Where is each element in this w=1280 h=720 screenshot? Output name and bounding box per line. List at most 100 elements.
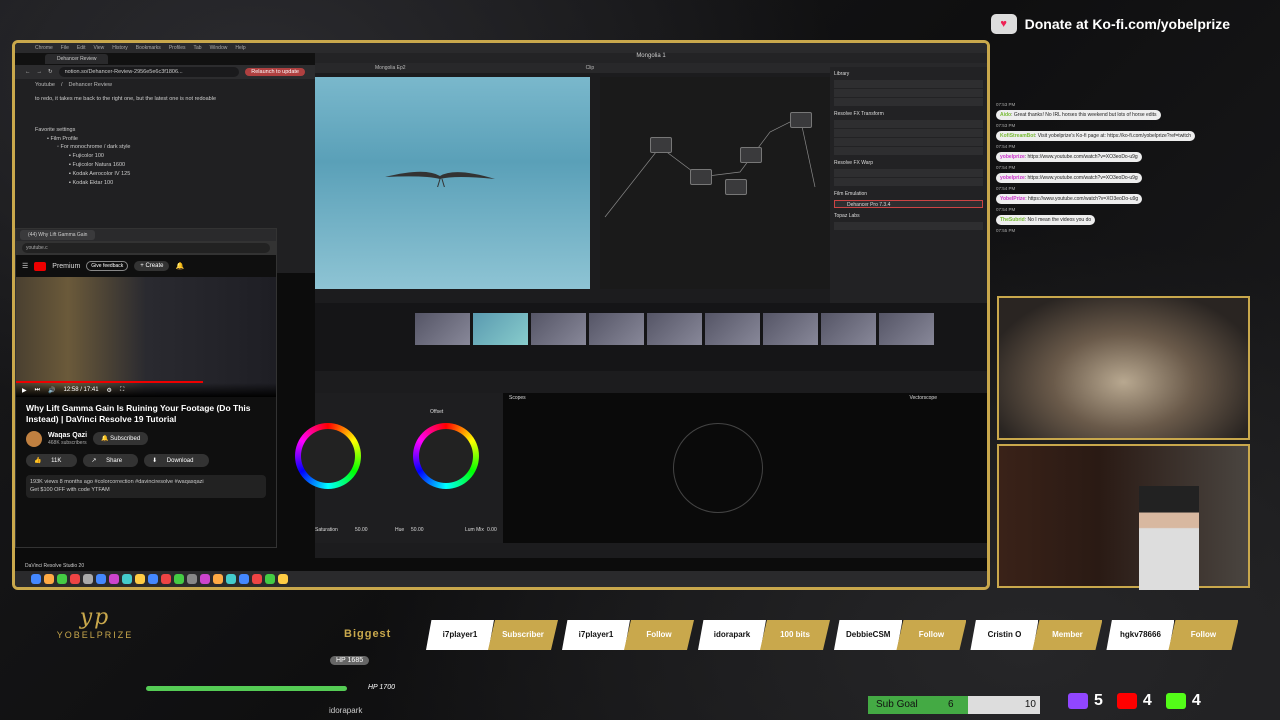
app-icon[interactable] bbox=[252, 574, 262, 584]
app-icon[interactable] bbox=[174, 574, 184, 584]
brand-logo: yp YOBELPRIZE bbox=[30, 605, 160, 660]
clip-thumb[interactable] bbox=[647, 313, 702, 345]
play-icon[interactable]: ▶ bbox=[22, 387, 27, 394]
app-icon[interactable] bbox=[96, 574, 106, 584]
volume-icon[interactable]: 🔊 bbox=[48, 387, 55, 394]
clip-timeline[interactable] bbox=[315, 303, 987, 371]
description[interactable]: 193K views 8 months ago #colorcorrection… bbox=[26, 474, 266, 499]
lummix-value[interactable]: 0.00 bbox=[487, 527, 497, 533]
download-button[interactable]: ⬇ Download bbox=[144, 453, 210, 467]
app-icon[interactable] bbox=[148, 574, 158, 584]
app-icon[interactable] bbox=[265, 574, 275, 584]
premium-label[interactable]: Premium bbox=[52, 263, 80, 270]
streamer bbox=[1139, 486, 1199, 590]
like-button[interactable]: 👍 11K bbox=[26, 453, 78, 467]
gain-wheel[interactable] bbox=[295, 423, 361, 489]
browser-tab[interactable]: Dehancer Review bbox=[45, 54, 109, 64]
app-icon[interactable] bbox=[135, 574, 145, 584]
chat-time: 07:54 PM bbox=[996, 186, 1016, 191]
section-header: Topaz Labs bbox=[834, 213, 860, 219]
create-button[interactable]: + Create bbox=[134, 261, 170, 271]
app-icon[interactable] bbox=[226, 574, 236, 584]
chat-time: 07:54 PM bbox=[996, 144, 1016, 149]
app-icon[interactable] bbox=[57, 574, 67, 584]
app-icon[interactable] bbox=[187, 574, 197, 584]
fullscreen-icon[interactable]: ⛶ bbox=[120, 387, 124, 394]
app-icon[interactable] bbox=[161, 574, 171, 584]
crumb-youtube[interactable]: Youtube bbox=[35, 82, 55, 88]
next-icon[interactable]: ⏭ bbox=[35, 387, 40, 394]
clip-thumb[interactable] bbox=[415, 313, 470, 345]
color-node[interactable] bbox=[650, 137, 672, 153]
clip-thumb[interactable] bbox=[705, 313, 760, 345]
clip-thumb[interactable] bbox=[589, 313, 644, 345]
chat-message: Aido: Great thanks! No IRL horses this w… bbox=[996, 110, 1161, 120]
app-icon[interactable] bbox=[70, 574, 80, 584]
mac-menubar: Chrome File Edit View History Bookmarks Profil… bbox=[15, 43, 987, 53]
menu-icon[interactable]: ☰ bbox=[22, 262, 28, 270]
back-icon[interactable]: ← bbox=[25, 69, 31, 75]
vectorscope bbox=[673, 423, 763, 513]
bell-icon[interactable]: 🔔 bbox=[175, 262, 184, 270]
app-icon[interactable] bbox=[122, 574, 132, 584]
biggest-label: Biggest bbox=[344, 628, 392, 640]
app-icon[interactable] bbox=[44, 574, 54, 584]
youtube-address[interactable]: youtube.c bbox=[22, 243, 270, 253]
forward-icon[interactable]: → bbox=[37, 69, 43, 75]
saturation-value[interactable]: 50.00 bbox=[355, 527, 368, 533]
youtube-tab[interactable]: (44) Why Lift Gamma Gain bbox=[20, 230, 96, 240]
clip-thumb[interactable] bbox=[763, 313, 818, 345]
color-node[interactable] bbox=[690, 169, 712, 185]
subgoal-label: Sub Goal bbox=[868, 696, 948, 714]
app-icon[interactable] bbox=[239, 574, 249, 584]
feedback-button[interactable]: Give feedback bbox=[86, 261, 129, 271]
chat-time: 07:53 PM bbox=[996, 102, 1016, 107]
clip-thumb[interactable] bbox=[531, 313, 586, 345]
app-icon[interactable] bbox=[83, 574, 93, 584]
app-icon[interactable] bbox=[278, 574, 288, 584]
reload-icon[interactable]: ↻ bbox=[48, 69, 53, 75]
chat-message: TheSubrid: No I mean the videos you do bbox=[996, 215, 1096, 225]
app-icon[interactable] bbox=[109, 574, 119, 584]
video-player[interactable]: ▶ ⏭ 🔊 12:58 / 17:41 ⚙ ⛶ bbox=[16, 277, 276, 397]
chat-time: 07:54 PM bbox=[996, 165, 1016, 170]
hue-value[interactable]: 50.00 bbox=[411, 527, 424, 533]
youtube-logo-icon[interactable] bbox=[34, 261, 47, 271]
event-item: i7player1 Follow bbox=[562, 620, 694, 650]
clip-thumb[interactable] bbox=[821, 313, 876, 345]
brand-name: YOBELPRIZE bbox=[56, 630, 134, 640]
node-editor[interactable] bbox=[600, 77, 830, 289]
app-icon[interactable] bbox=[213, 574, 223, 584]
relaunch-button[interactable]: Relaunch to update bbox=[245, 68, 305, 76]
finder-icon[interactable] bbox=[31, 574, 41, 584]
crumb-dehancer[interactable]: Dehancer Review bbox=[69, 82, 112, 88]
event-item: DebbieCSM Follow bbox=[834, 620, 967, 650]
settings-icon[interactable]: ⚙ bbox=[107, 387, 112, 394]
donate-text: Donate at Ko-fi.com/yobelprize bbox=[1024, 16, 1230, 32]
library-tab[interactable]: Library bbox=[830, 67, 987, 79]
timeline-name[interactable]: Mongolia Ep2 bbox=[375, 65, 406, 71]
subscribed-button[interactable]: 🔔 Subscribed bbox=[93, 432, 149, 446]
color-node[interactable] bbox=[740, 147, 762, 163]
project-title: Mongolia 1 bbox=[315, 53, 987, 63]
app-icon[interactable] bbox=[200, 574, 210, 584]
bird-image bbox=[385, 171, 495, 187]
offset-wheel[interactable] bbox=[413, 423, 479, 489]
effect-item-dehancer[interactable]: Dehancer Pro 7.3.4 bbox=[834, 200, 983, 208]
color-node[interactable] bbox=[790, 112, 812, 128]
address-bar[interactable]: notion.so/Dehancer-Review-2956e5e6c3f180… bbox=[58, 67, 240, 77]
vectorscope-label[interactable]: Vectorscope bbox=[909, 395, 937, 401]
list-item: Kodak Ektar 100 bbox=[72, 179, 114, 186]
clip-thumb[interactable] bbox=[473, 313, 528, 345]
channel-name[interactable]: Waqas Qazi bbox=[48, 432, 87, 439]
video-viewer[interactable] bbox=[315, 77, 590, 289]
hue-label: Hue bbox=[395, 527, 405, 533]
app-label: DaVinci Resolve Studio 20 bbox=[25, 563, 85, 569]
clip-thumb[interactable] bbox=[879, 313, 934, 345]
section-header: Resolve FX Warp bbox=[834, 160, 873, 166]
share-button[interactable]: ↗ Share bbox=[83, 453, 139, 467]
event-ticker: i7player1 Subscriber i7player1 Follow idor… bbox=[426, 620, 1239, 650]
clip-menu[interactable]: Clip bbox=[586, 65, 595, 71]
avatar[interactable] bbox=[26, 430, 42, 447]
color-node[interactable] bbox=[725, 179, 747, 195]
